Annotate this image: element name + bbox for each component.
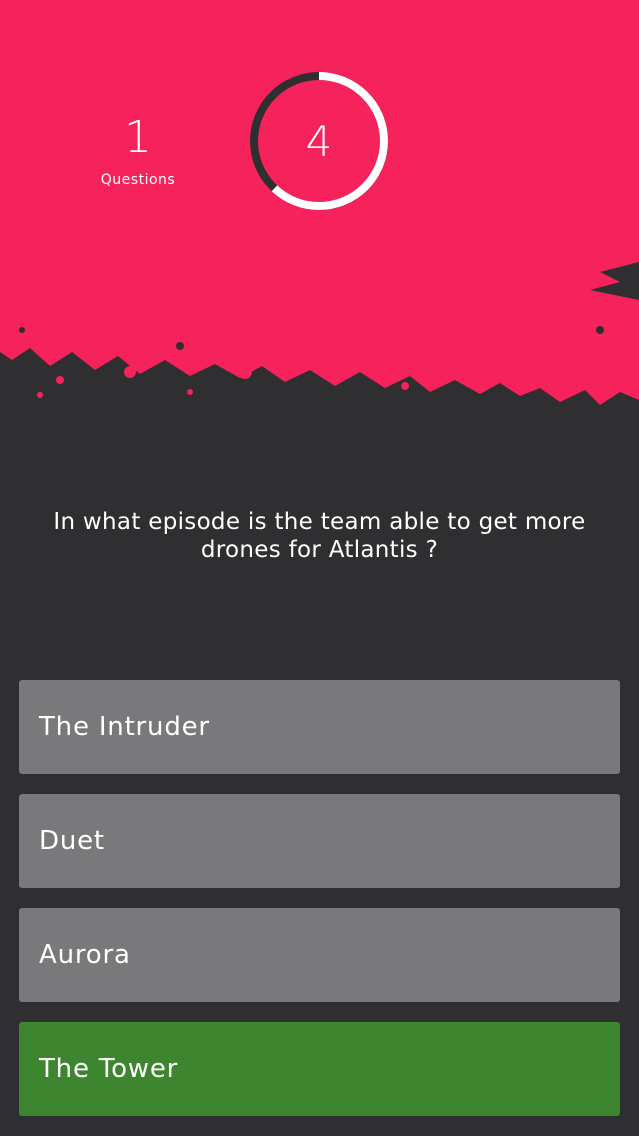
question-counter: 1 Questions: [78, 112, 198, 188]
question-number: 1: [124, 112, 152, 163]
answer-list: The Intruder Duet Aurora The Tower: [19, 680, 620, 1136]
countdown-timer: 4: [248, 70, 390, 212]
question-text: In what episode is the team able to get …: [53, 509, 586, 563]
header-banner: 1 Questions 4: [0, 0, 639, 420]
answer-option-4-correct[interactable]: The Tower: [19, 1022, 620, 1116]
answer-option-1[interactable]: The Intruder: [19, 680, 620, 774]
answer-option-label: The Intruder: [39, 712, 210, 742]
answer-option-2[interactable]: Duet: [19, 794, 620, 888]
quiz-screen: 1 Questions 4 In what episode is the tea…: [0, 0, 639, 1136]
question-counter-label: Questions: [100, 172, 176, 188]
answer-option-3[interactable]: Aurora: [19, 908, 620, 1002]
timer-value: 4: [305, 116, 333, 166]
answer-option-label: Duet: [39, 826, 105, 856]
answer-option-label: Aurora: [39, 940, 131, 970]
answer-option-label: The Tower: [39, 1054, 179, 1084]
